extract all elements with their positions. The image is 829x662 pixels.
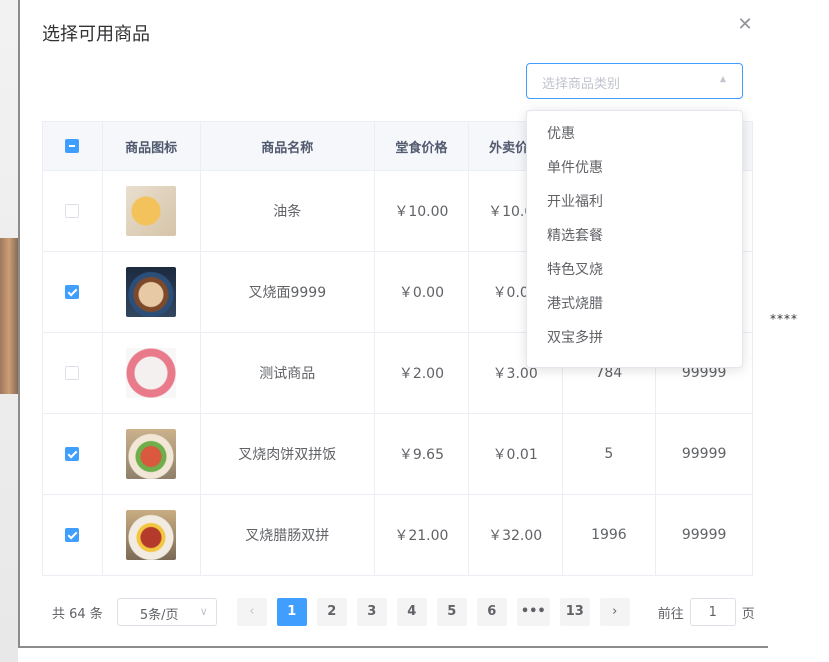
goto-page: 前往 页 <box>658 598 755 626</box>
product-name: 叉烧肉饼双拼饭 <box>201 414 376 494</box>
page-button[interactable]: 4 <box>396 598 427 626</box>
dine-price: ￥0.00 <box>375 252 469 332</box>
category-options: 优惠 单件优惠 开业福利 精选套餐 特色叉烧 港式烧腊 双宝多拼 <box>527 117 742 355</box>
product-image <box>126 186 177 236</box>
product-image <box>126 348 177 398</box>
category-dropdown: 优惠 单件优惠 开业福利 精选套餐 特色叉烧 港式烧腊 双宝多拼 <box>526 110 743 368</box>
close-icon[interactable]: ✕ <box>736 16 754 34</box>
page-button[interactable]: 6 <box>476 598 507 626</box>
category-select-placeholder: 选择商品类别 <box>542 77 621 92</box>
product-name: 测试商品 <box>201 333 376 413</box>
goto-prefix: 前往 <box>657 606 684 622</box>
category-option[interactable]: 特色叉烧 <box>527 253 742 287</box>
background-page-edge <box>0 0 18 662</box>
page-size-select[interactable]: 5条/页 ∨ <box>116 598 217 626</box>
takeout-price: ￥32.00 <box>469 495 563 575</box>
col5-value: 5 <box>563 414 657 494</box>
dine-price: ￥2.00 <box>375 333 469 413</box>
more-pages-button[interactable]: ••• <box>516 598 550 626</box>
header-dine-price: 堂食价格 <box>375 122 469 170</box>
product-name: 叉烧腊肠双拼 <box>201 495 376 575</box>
total-count: 共 64 条 <box>52 606 103 622</box>
chevron-down-icon: ∨ <box>199 605 208 618</box>
select-all-checkbox[interactable] <box>65 139 80 153</box>
dine-price: ￥21.00 <box>375 495 469 575</box>
prev-page-button[interactable]: ‹ <box>236 598 267 626</box>
goto-suffix: 页 <box>741 606 755 622</box>
col5-value: 1996 <box>563 495 657 575</box>
page-button[interactable]: 2 <box>316 598 347 626</box>
header-name: 商品名称 <box>201 122 376 170</box>
header-icon: 商品图标 <box>103 122 201 170</box>
page-button[interactable]: 1 <box>276 598 307 626</box>
takeout-price: ￥0.01 <box>469 414 563 494</box>
category-option[interactable]: 双宝多拼 <box>527 321 742 355</box>
category-option[interactable]: 精选套餐 <box>527 219 742 253</box>
product-name: 油条 <box>201 171 376 251</box>
page-button[interactable]: 5 <box>436 598 467 626</box>
row-checkbox[interactable] <box>65 447 80 461</box>
product-image <box>126 429 177 479</box>
product-image <box>126 267 177 317</box>
goto-page-input[interactable] <box>689 598 736 626</box>
row-checkbox[interactable] <box>65 366 80 380</box>
next-page-button[interactable]: › <box>599 598 630 626</box>
category-option[interactable]: 优惠 <box>527 117 742 151</box>
product-name: 叉烧面9999 <box>201 252 376 332</box>
category-select[interactable]: 选择商品类别 ▾ <box>526 63 743 99</box>
col6-value: 99999 <box>681 446 727 462</box>
col6-value: 99999 <box>681 527 727 543</box>
product-image <box>126 510 177 560</box>
masked-text: **** <box>770 312 798 326</box>
background-photo <box>0 238 18 394</box>
page-button[interactable]: 3 <box>356 598 387 626</box>
row-checkbox[interactable] <box>65 285 80 299</box>
dialog-title: 选择可用商品 <box>42 24 150 45</box>
select-product-dialog: 选择可用商品 ✕ 选择商品类别 ▾ 商品图标 商品名称 堂食价格 外卖价格 油条… <box>18 0 768 648</box>
category-option[interactable]: 单件优惠 <box>527 151 742 185</box>
dine-price: ￥10.00 <box>375 171 469 251</box>
page-size-value: 5条/页 <box>139 608 179 623</box>
category-option[interactable]: 开业福利 <box>527 185 742 219</box>
table-row: 叉烧肉饼双拼饭 ￥9.65 ￥0.01 5 99999 <box>43 413 752 494</box>
row-checkbox[interactable] <box>65 528 80 542</box>
page-button[interactable]: 13 <box>559 598 590 626</box>
category-option[interactable]: 港式烧腊 <box>527 287 742 321</box>
dine-price: ￥9.65 <box>375 414 469 494</box>
header-select-all[interactable] <box>43 122 103 170</box>
chevron-up-icon: ▾ <box>719 73 727 87</box>
table-row: 叉烧腊肠双拼 ￥21.00 ￥32.00 1996 99999 <box>43 494 752 575</box>
pagination: 共 64 条 5条/页 ∨ ‹ 1 2 3 4 5 6 ••• 13 › 前往 … <box>52 598 755 626</box>
row-checkbox[interactable] <box>65 204 80 218</box>
background-right <box>768 0 829 662</box>
